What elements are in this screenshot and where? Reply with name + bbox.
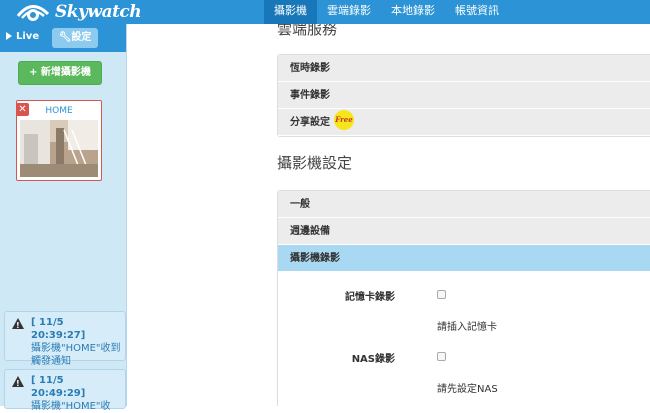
sidebar-header: Live 🔧︎設定 (0, 24, 126, 52)
sd-recording-label: 記憶卡錄影 (345, 292, 395, 303)
add-camera-button[interactable]: + 新增攝影機 (18, 61, 102, 85)
logo-eye-icon (16, 5, 50, 21)
nav-local-recording[interactable]: 本地錄影 (381, 0, 445, 24)
camera-settings-panel: 一般 週邊設備 攝影機錄影 記憶卡錄影 請插入記憶卡 NAS錄影 請先設定NAS (277, 190, 650, 406)
alert-message: 攝影機"HOME"收到觸發通知 (31, 343, 121, 367)
warning-icon (12, 318, 24, 332)
live-label: Live (16, 31, 40, 42)
live-button[interactable]: Live (6, 31, 39, 42)
row-camera-recording[interactable]: 攝影機錄影 (278, 245, 650, 272)
camera-snapshot-image (20, 120, 98, 177)
sd-recording-checkbox[interactable] (437, 290, 446, 299)
alert-item[interactable]: [ 11/5 20:49:29] 攝影機"HOME"收 (4, 369, 126, 412)
cloud-service-panel: 恆時錄影 事件錄影 分享設定 Free (277, 54, 650, 137)
settings-label: 設定 (71, 32, 92, 43)
camera-thumbnail[interactable] (20, 120, 98, 177)
nas-recording-label: NAS錄影 (351, 354, 395, 365)
cloud-service-heading: 雲端服務 (277, 24, 338, 38)
nas-recording-checkbox[interactable] (437, 352, 446, 361)
settings-button[interactable]: 🔧︎設定 (52, 28, 98, 48)
logo-text: Skywatch (55, 2, 142, 22)
wrench-icon: 🔧︎ (58, 32, 72, 43)
main-nav: 攝影機 雲端錄影 本地錄影 帳號資訊 (264, 0, 509, 24)
row-general[interactable]: 一般 (278, 191, 650, 218)
top-navbar: Skywatch 攝影機 雲端錄影 本地錄影 帳號資訊 (0, 0, 650, 24)
play-icon (6, 32, 12, 40)
nav-cameras[interactable]: 攝影機 (264, 0, 317, 24)
alert-item[interactable]: [ 11/5 20:39:27] 攝影機"HOME"收到觸發通知 (4, 311, 126, 367)
camera-settings-heading: 攝影機設定 (277, 154, 353, 172)
main-content: 雲端服務 恆時錄影 事件錄影 分享設定 Free 攝影機設定 一般 週邊設備 攝… (127, 24, 650, 406)
alert-time: [ 11/5 20:49:29] (31, 375, 86, 399)
row-share-settings[interactable]: 分享設定 Free (278, 109, 650, 136)
nas-hint: 請先設定NAS (437, 384, 498, 395)
alert-message: 攝影機"HOME"收 (31, 401, 111, 412)
sd-hint: 請插入記憶卡 (437, 322, 497, 333)
sidebar: Live 🔧︎設定 + 新增攝影機 HOME ✕ [ 11/5 20:39:2 (0, 24, 127, 412)
delete-camera-icon[interactable]: ✕ (16, 103, 29, 116)
share-settings-label: 分享設定 (290, 117, 330, 128)
free-badge: Free (334, 110, 354, 130)
row-event-recording[interactable]: 事件錄影 (278, 82, 650, 109)
camera-name: HOME (45, 106, 73, 116)
skywatch-logo[interactable]: Skywatch (14, 0, 144, 24)
warning-icon (12, 376, 24, 390)
nav-account-info[interactable]: 帳號資訊 (445, 0, 509, 24)
row-continuous-recording[interactable]: 恆時錄影 (278, 55, 650, 82)
alert-time: [ 11/5 20:39:27] (31, 317, 86, 341)
nav-cloud-recording[interactable]: 雲端錄影 (317, 0, 381, 24)
row-peripherals[interactable]: 週邊設備 (278, 218, 650, 245)
camera-card[interactable]: HOME ✕ (16, 100, 102, 181)
